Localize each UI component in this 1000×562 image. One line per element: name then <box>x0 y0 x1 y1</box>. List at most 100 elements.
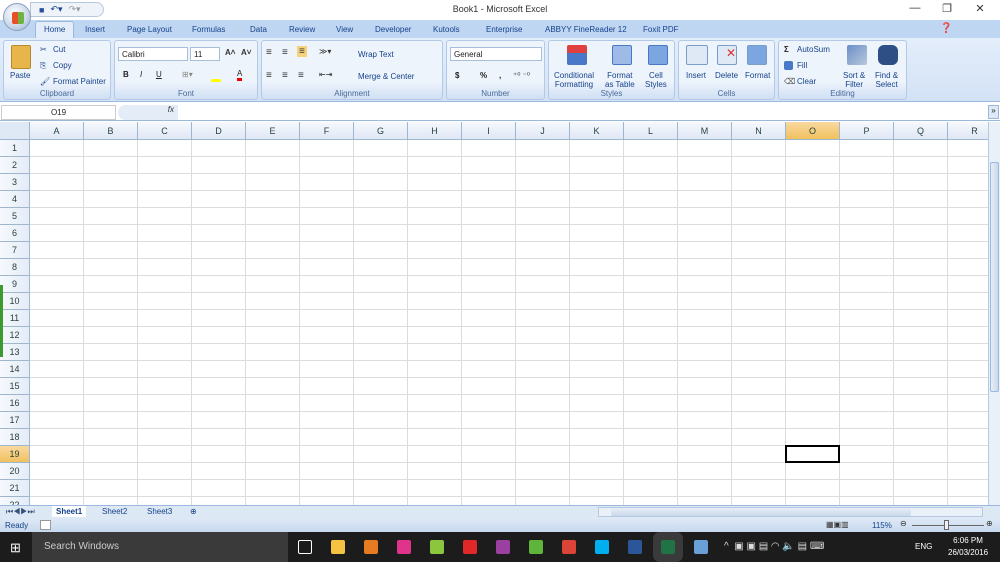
currency-button[interactable]: $ <box>455 71 459 80</box>
underline-button[interactable]: U <box>156 70 162 79</box>
font-name-select[interactable]: Calibri <box>118 47 188 61</box>
sort-filter-button[interactable]: Sort & Filter <box>843 71 865 89</box>
tab-formulas[interactable]: Formulas <box>192 23 225 36</box>
column-header-J[interactable]: J <box>516 122 570 140</box>
fill-button[interactable]: Fill <box>797 61 807 70</box>
formula-input[interactable] <box>180 105 985 120</box>
comma-button[interactable]: , <box>499 71 501 80</box>
active-cell[interactable] <box>785 445 840 463</box>
delete-cells-icon[interactable]: ✕ <box>717 45 737 65</box>
search-box[interactable]: Search Windows <box>32 532 288 562</box>
flipboard-icon[interactable] <box>463 540 477 554</box>
font-color-button[interactable]: A <box>237 69 243 81</box>
align-left-icon[interactable]: ≡ <box>266 70 272 81</box>
tab-review[interactable]: Review <box>289 23 315 36</box>
paint-icon[interactable] <box>694 540 708 554</box>
conditional-formatting-button[interactable]: Conditional Formatting <box>554 71 594 89</box>
zoom-in-icon[interactable]: ⊕ <box>986 519 993 528</box>
row-header-21[interactable]: 21 <box>0 480 30 497</box>
music-app-icon[interactable] <box>397 540 411 554</box>
cut-icon[interactable]: ✂ <box>40 45 47 54</box>
restore-button[interactable]: ❐ <box>937 2 957 15</box>
paste-button[interactable]: Paste <box>10 71 30 80</box>
skype-icon[interactable] <box>595 540 609 554</box>
row-header-14[interactable]: 14 <box>0 361 30 378</box>
row-header-10[interactable]: 10 <box>0 293 30 310</box>
row-header-15[interactable]: 15 <box>0 378 30 395</box>
column-header-F[interactable]: F <box>300 122 354 140</box>
insert-cells-button[interactable]: Insert <box>686 71 706 80</box>
column-header-O[interactable]: O <box>786 122 840 140</box>
decimal-buttons[interactable]: ⁺⁰ ⁻⁰ <box>513 71 530 80</box>
wrap-text-button[interactable]: Wrap Text <box>358 50 394 59</box>
file-explorer-icon[interactable] <box>331 540 345 554</box>
grow-font-button[interactable]: A˄ <box>225 48 235 57</box>
cell-styles-button[interactable]: Cell Styles <box>645 71 667 89</box>
shrink-font-button[interactable]: A˅ <box>241 48 251 57</box>
tab-developer[interactable]: Developer <box>375 23 411 36</box>
system-tray-icons[interactable]: ^ ▣ ▣ ▤ ◠ 🔈 ▤ ⌨ <box>724 541 824 552</box>
column-header-K[interactable]: K <box>570 122 624 140</box>
column-header-H[interactable]: H <box>408 122 462 140</box>
tab-view[interactable]: View <box>336 23 353 36</box>
column-header-N[interactable]: N <box>732 122 786 140</box>
cell-styles-icon[interactable] <box>648 45 668 65</box>
align-center-icon[interactable]: ≡ <box>282 70 288 81</box>
undo-icon[interactable]: ↶▾ <box>50 4 62 15</box>
name-box[interactable]: O19 <box>1 105 116 120</box>
select-all-button[interactable] <box>0 122 30 140</box>
row-header-5[interactable]: 5 <box>0 208 30 225</box>
zoom-level[interactable]: 115% <box>872 521 892 530</box>
align-middle-icon[interactable]: ≡ <box>282 47 288 58</box>
excel-icon[interactable] <box>661 540 675 554</box>
horizontal-scroll-thumb[interactable] <box>611 508 911 516</box>
borders-icon[interactable]: ⊞▾ <box>182 70 193 79</box>
column-header-L[interactable]: L <box>624 122 678 140</box>
redo-icon[interactable]: ↷▾ <box>69 4 81 15</box>
percent-button[interactable]: % <box>480 71 487 80</box>
save-icon[interactable]: ■ <box>39 5 44 15</box>
sheet-nav-buttons[interactable]: ⏮◀▶⏭ <box>2 506 39 518</box>
sort-filter-icon[interactable] <box>847 45 867 65</box>
row-header-18[interactable]: 18 <box>0 429 30 446</box>
chrome-icon[interactable] <box>562 540 576 554</box>
macro-record-icon[interactable] <box>40 520 51 530</box>
insert-cells-icon[interactable] <box>686 45 708 65</box>
find-select-icon[interactable] <box>878 45 898 65</box>
row-header-8[interactable]: 8 <box>0 259 30 276</box>
column-header-C[interactable]: C <box>138 122 192 140</box>
column-header-E[interactable]: E <box>246 122 300 140</box>
orientation-icon[interactable]: ≫▾ <box>319 47 331 56</box>
font-size-select[interactable]: 11 <box>190 47 220 61</box>
format-cells-button[interactable]: Format <box>745 71 770 80</box>
row-header-11[interactable]: 11 <box>0 310 30 327</box>
column-header-P[interactable]: P <box>840 122 894 140</box>
copy-icon[interactable]: ⎘ <box>40 61 46 71</box>
cut-button[interactable]: Cut <box>53 45 65 54</box>
row-header-7[interactable]: 7 <box>0 242 30 259</box>
expand-formula-bar-icon[interactable]: » <box>988 105 999 119</box>
clear-button[interactable]: Clear <box>797 77 816 86</box>
clock[interactable]: 6:06 PM 26/03/2016 <box>948 536 988 557</box>
tab-kutools[interactable]: Kutools <box>433 23 460 36</box>
row-header-20[interactable]: 20 <box>0 463 30 480</box>
row-header-12[interactable]: 12 <box>0 327 30 344</box>
winrar-icon[interactable] <box>496 540 510 554</box>
tab-enterprise[interactable]: Enterprise <box>486 23 522 36</box>
copy-button[interactable]: Copy <box>53 61 72 70</box>
column-header-Q[interactable]: Q <box>894 122 948 140</box>
word-icon[interactable] <box>628 540 642 554</box>
notes-app-icon[interactable] <box>430 540 444 554</box>
indent-icons[interactable]: ⇤⇥ <box>319 70 332 79</box>
row-header-6[interactable]: 6 <box>0 225 30 242</box>
close-button[interactable]: ✕ <box>970 2 990 15</box>
autosum-button[interactable]: AutoSum <box>797 45 830 54</box>
format-painter-button[interactable]: Format Painter <box>53 77 106 86</box>
bold-button[interactable]: B <box>123 70 129 79</box>
row-header-13[interactable]: 13 <box>0 344 30 361</box>
row-header-3[interactable]: 3 <box>0 174 30 191</box>
align-top-icon[interactable]: ≡ <box>266 47 272 58</box>
tab-page-layout[interactable]: Page Layout <box>127 23 172 36</box>
vertical-scroll-thumb[interactable] <box>990 162 999 392</box>
zoom-out-icon[interactable]: ⊖ <box>900 519 907 528</box>
